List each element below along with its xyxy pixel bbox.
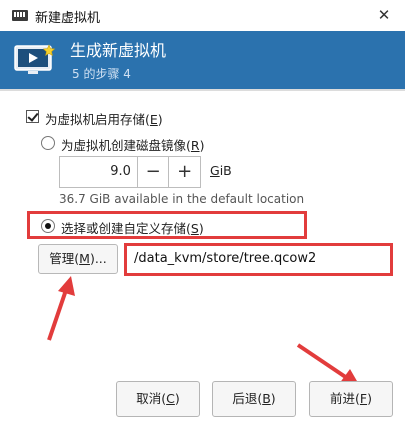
decrement-button[interactable]: − [136,157,169,187]
storage-path-input[interactable]: /data_kvm/store/tree.qcow2 [128,246,390,272]
disk-size-value[interactable]: 9.0 [60,157,137,187]
create-disk-radio[interactable] [41,136,55,150]
banner-title: 生成新虚拟机 [70,41,167,60]
close-button[interactable]: ✕ [371,3,397,27]
manage-button[interactable]: 管理(M)... [38,244,118,274]
disk-size-stepper[interactable]: 9.0 − + [59,156,201,188]
increment-button[interactable]: + [168,157,200,187]
title-bar: 新建虚拟机 ✕ [0,0,405,31]
forward-button[interactable]: 前进(F) [309,381,393,417]
window-title: 新建虚拟机 [35,11,101,26]
custom-storage-label[interactable]: 选择或创建自定义存储(S) [61,218,204,237]
size-unit-label: GiB [210,163,232,178]
app-icon [12,10,28,21]
monitor-play-icon [14,44,56,74]
cancel-button[interactable]: 取消(C) [116,381,200,417]
custom-storage-radio[interactable] [41,219,55,233]
enable-storage-label[interactable]: 为虚拟机启用存储(E) [45,109,163,128]
enable-storage-checkbox[interactable] [26,110,39,123]
back-button[interactable]: 后退(B) [212,381,296,417]
divider [0,89,405,91]
available-space-text: 36.7 GiB available in the default locati… [59,192,305,206]
header-banner: 生成新虚拟机 5 的步骤 4 [0,31,405,89]
step-indicator: 5 的步骤 4 [72,67,131,81]
create-disk-label[interactable]: 为虚拟机创建磁盘镜像(R) [61,135,204,154]
annotation-arrow-manage [47,276,75,341]
